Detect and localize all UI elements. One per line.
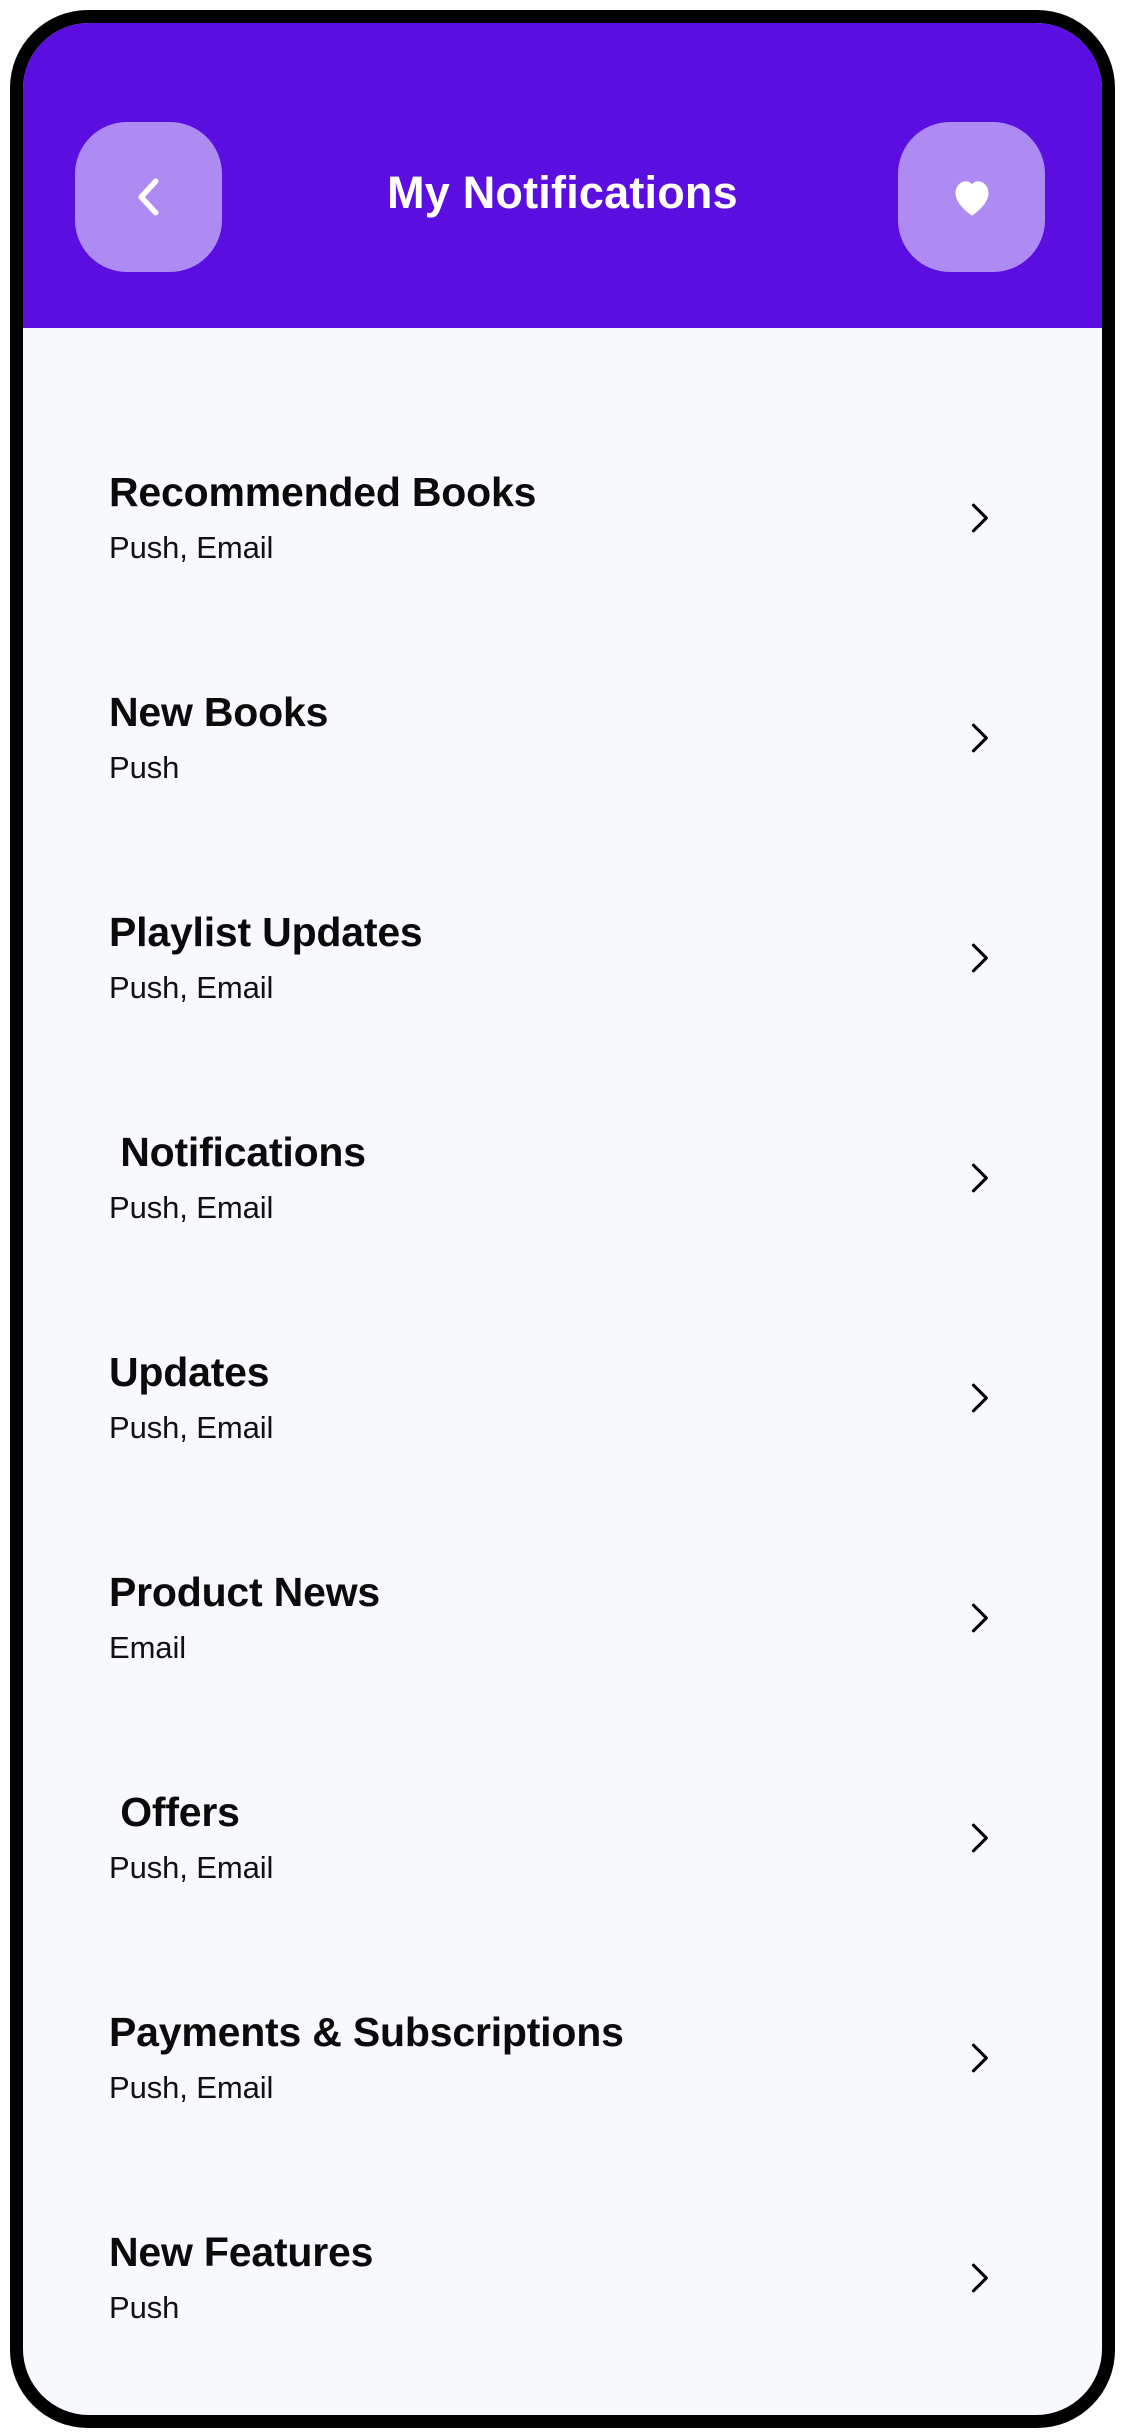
list-item-text: Recommended Books Push, Email <box>109 471 1042 565</box>
list-item-title: Recommended Books <box>109 469 537 516</box>
list-item-title: Offers <box>109 1789 240 1836</box>
list-item-text: New Features Push <box>109 2231 1042 2325</box>
list-item[interactable]: Offers Push, Email <box>23 1728 1102 1948</box>
list-item[interactable]: Payments & Subscriptions Push, Email <box>23 1948 1102 2168</box>
list-item-text: Payments & Subscriptions Push, Email <box>109 2011 1042 2105</box>
list-item[interactable]: New Books Push <box>23 628 1102 848</box>
list-item[interactable]: Updates Push, Email <box>23 1288 1102 1508</box>
list-item-channels: Email <box>109 1630 187 1666</box>
list-item[interactable]: Notifications Push, Email <box>23 1068 1102 1288</box>
list-item-channels: Push, Email <box>109 970 274 1006</box>
list-item-text: Product News Email <box>109 1571 1042 1665</box>
list-item-title: Updates <box>109 1349 270 1396</box>
chevron-right-icon[interactable] <box>956 2255 1002 2301</box>
list-item-title: Playlist Updates <box>109 909 423 956</box>
app-header: My Notifications <box>23 23 1102 328</box>
list-item-text: New Books Push <box>109 691 1042 785</box>
list-item-title: Product News <box>109 1569 380 1616</box>
phone-screen: My Notifications Recommended Books Push,… <box>23 23 1102 2415</box>
list-item-title: Payments & Subscriptions <box>109 2009 624 2056</box>
favorite-button[interactable] <box>898 122 1045 272</box>
list-item-title: New Features <box>109 2229 374 2276</box>
list-item-channels: Push, Email <box>109 1850 274 1886</box>
list-item-text: Updates Push, Email <box>109 1351 1042 1445</box>
list-item-channels: Push, Email <box>109 1410 274 1446</box>
chevron-right-icon[interactable] <box>956 2035 1002 2081</box>
notification-list: Recommended Books Push, Email New Books … <box>23 328 1102 2415</box>
list-item-title: New Books <box>109 689 329 736</box>
chevron-right-icon[interactable] <box>956 495 1002 541</box>
list-item-text: Offers Push, Email <box>109 1791 1042 1885</box>
chevron-right-icon[interactable] <box>956 1595 1002 1641</box>
chevron-right-icon[interactable] <box>956 935 1002 981</box>
list-item[interactable]: New Features Push <box>23 2168 1102 2388</box>
list-item[interactable]: Recommended Books Push, Email <box>23 408 1102 628</box>
list-item-channels: Push, Email <box>109 1190 274 1226</box>
list-item[interactable]: Playlist Updates Push, Email <box>23 848 1102 1068</box>
list-item-title: Notifications <box>109 1129 366 1176</box>
chevron-right-icon[interactable] <box>956 1155 1002 1201</box>
list-item-channels: Push, Email <box>109 2070 274 2106</box>
chevron-right-icon[interactable] <box>956 1375 1002 1421</box>
list-item-channels: Push <box>109 2290 180 2326</box>
chevron-right-icon[interactable] <box>956 1815 1002 1861</box>
heart-icon <box>946 171 998 223</box>
list-item-text: Notifications Push, Email <box>109 1131 1042 1225</box>
list-item-channels: Push <box>109 750 180 786</box>
list-item-text: Playlist Updates Push, Email <box>109 911 1042 1005</box>
chevron-right-icon[interactable] <box>956 715 1002 761</box>
list-item-channels: Push, Email <box>109 530 274 566</box>
phone-frame: My Notifications Recommended Books Push,… <box>10 10 1115 2428</box>
list-item[interactable]: Product News Email <box>23 1508 1102 1728</box>
